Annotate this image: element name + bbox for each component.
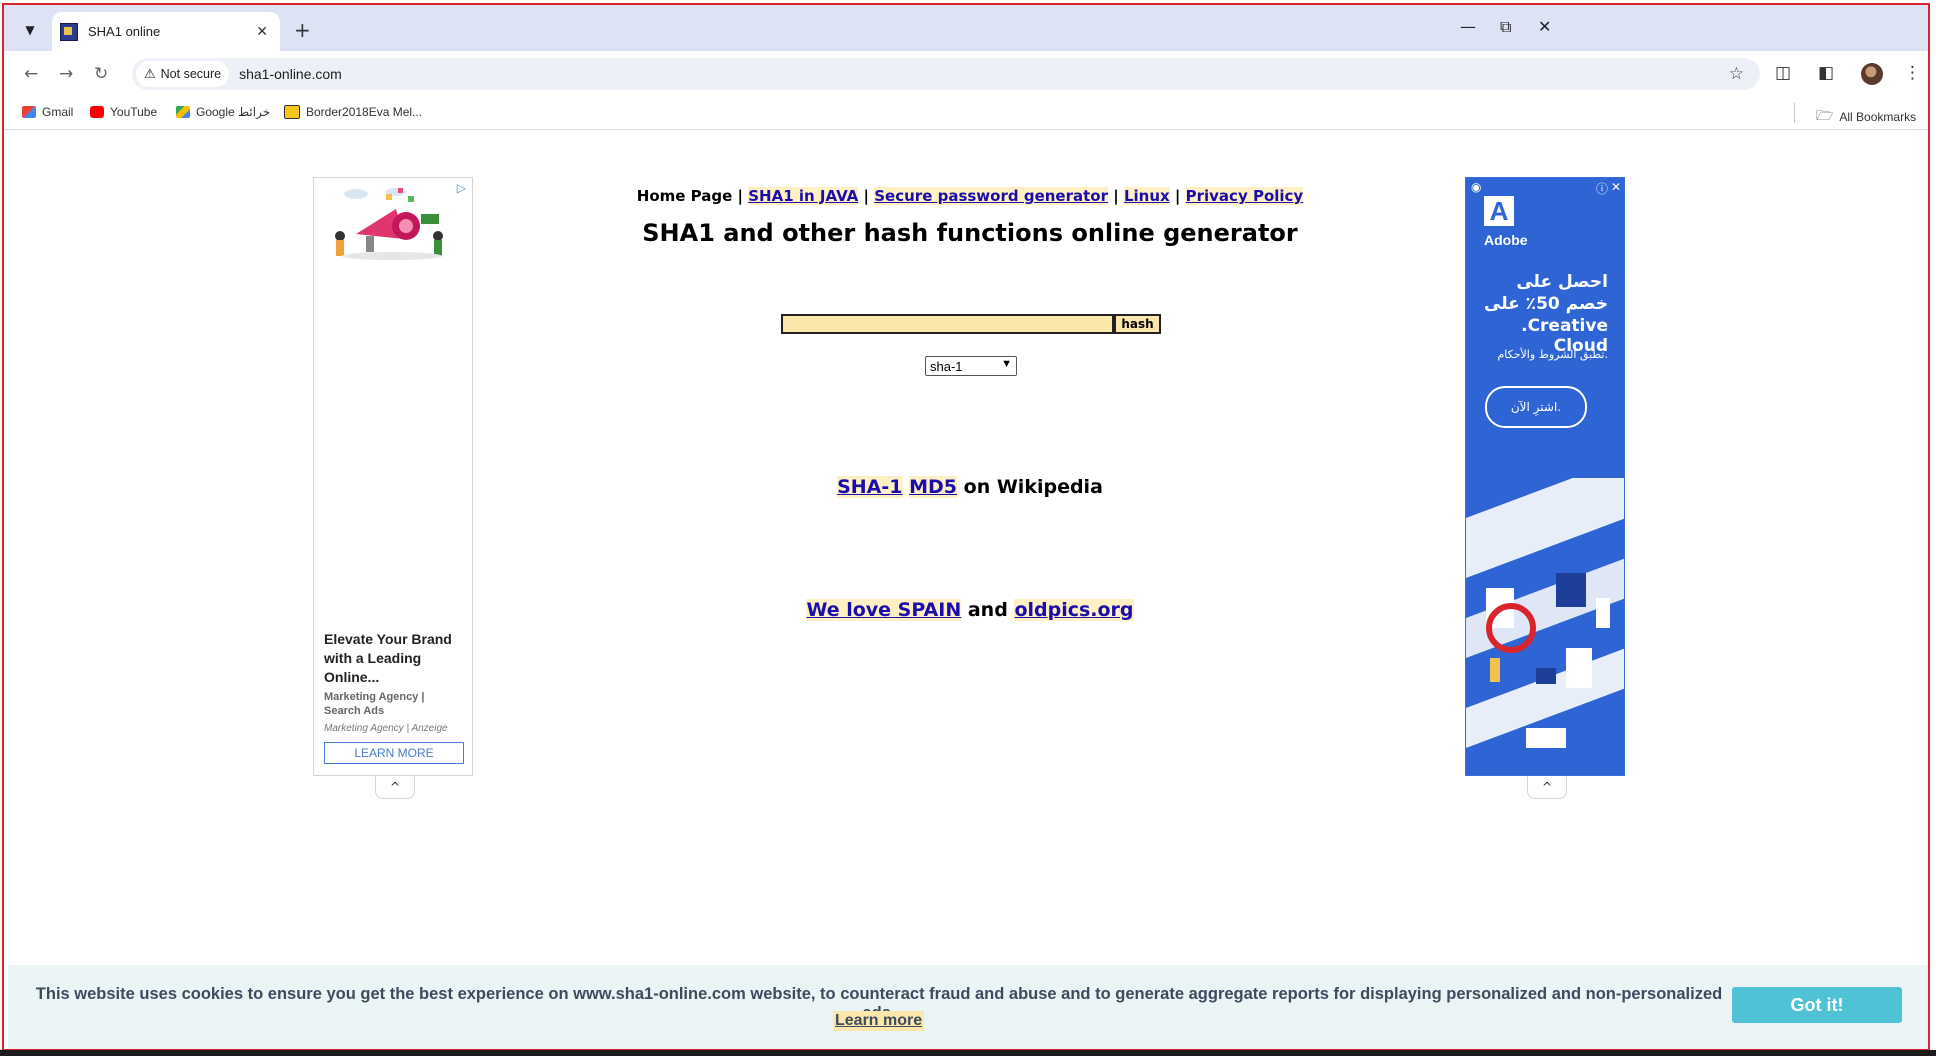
security-chip[interactable]: ⚠ Not secure (136, 61, 230, 87)
restore-button[interactable]: ⧉ (1500, 17, 1511, 37)
we-love-spain-link[interactable]: We love SPAIN (806, 599, 962, 621)
site-nav: Home Page | SHA1 in JAVA | Secure passwo… (4, 187, 1928, 205)
cookie-accept-button[interactable]: Got it! (1732, 987, 1902, 1023)
forward-arrow-icon[interactable]: → (59, 64, 73, 84)
address-bar[interactable]: ⚠ Not secure sha1-online.com ☆ (132, 58, 1760, 90)
bookmark-label: YouTube (110, 105, 158, 119)
tab-title: SHA1 online (88, 24, 161, 39)
bookmark-label: Google خرائط (196, 105, 271, 119)
ad-headline[interactable]: Elevate Your Brand with a Leading Online… (324, 630, 464, 687)
algorithm-selected-value: sha-1 (930, 358, 963, 374)
nav-link-password-generator[interactable]: Secure password generator (874, 187, 1108, 205)
hash-text-input[interactable] (781, 314, 1114, 334)
tab-bar: ▼ SHA1 online ✕ + — ⧉ ✕ (4, 5, 1928, 51)
collapse-right-ad-button[interactable]: ^ (1527, 776, 1567, 799)
cookie-learn-more-link[interactable]: Learn more (833, 1011, 925, 1031)
nav-link-privacy-policy[interactable]: Privacy Policy (1185, 187, 1304, 205)
bookmark-label: Gmail (42, 105, 74, 119)
taskbar-edge (0, 1050, 1936, 1056)
bookmark-gmail[interactable]: Gmail (22, 105, 73, 119)
extensions-icon[interactable]: ◫ (1775, 63, 1791, 83)
nav-separator: | (863, 187, 870, 205)
and-text: and (967, 599, 1008, 621)
isometric-city-illustration (1466, 478, 1624, 775)
bookmark-youtube[interactable]: YouTube (90, 105, 157, 119)
menu-kebab-icon[interactable]: ⋮ (1904, 63, 1921, 83)
youtube-icon (90, 106, 104, 118)
bookmarks-divider (1794, 103, 1795, 123)
wikipedia-line: SHA-1 MD5 on Wikipedia (4, 476, 1928, 498)
bookmarks-bar: Gmail YouTube Google خرائط Border2018Eva… (4, 97, 1928, 130)
profile-avatar[interactable] (1861, 63, 1883, 85)
browser-window: ▼ SHA1 online ✕ + — ⧉ ✕ ← → ↻ ⚠ Not secu… (2, 3, 1930, 1051)
oldpics-link[interactable]: oldpics.org (1014, 599, 1134, 621)
hash-button[interactable]: hash (1114, 314, 1161, 334)
new-tab-button[interactable]: + (294, 18, 311, 42)
page-title: SHA1 and other hash functions online gen… (642, 219, 1298, 247)
bookmark-google-maps[interactable]: Google خرائط (176, 105, 270, 119)
home-page-label: Home Page (636, 187, 733, 205)
minimize-button[interactable]: — (1460, 17, 1476, 36)
tab-sha1-online[interactable]: SHA1 online ✕ (52, 12, 280, 51)
all-bookmarks[interactable]: 🗁 All Bookmarks (1816, 105, 1916, 129)
bookmark-label: Border2018Eva Mel... (306, 105, 423, 119)
bookmark-border2018[interactable]: Border2018Eva Mel... (284, 105, 422, 119)
site-favicon-icon (60, 22, 78, 41)
security-label: Not secure (160, 67, 222, 81)
learn-more-button[interactable]: LEARN MORE (324, 742, 464, 764)
algorithm-select[interactable]: sha-1 ▼ (925, 356, 1017, 376)
chevron-up-icon: ^ (389, 780, 401, 794)
warning-icon: ⚠ (144, 66, 156, 81)
md5-wikipedia-link[interactable]: MD5 (909, 476, 958, 498)
collapse-left-ad-button[interactable]: ^ (375, 776, 415, 799)
folder-page-icon (284, 105, 300, 119)
nav-separator: | (737, 187, 744, 205)
close-tab-icon[interactable]: ✕ (256, 24, 268, 40)
sha1-wikipedia-link[interactable]: SHA-1 (837, 476, 903, 498)
ad-line-1: احصل على (1516, 272, 1608, 292)
gmail-icon (22, 106, 36, 118)
ad-terms: تطبق الشروط والأحكام. (1497, 348, 1608, 361)
chevron-down-icon: ▼ (1001, 358, 1012, 370)
chevron-up-icon: ^ (1541, 780, 1553, 794)
side-panel-icon[interactable]: ◧ (1818, 63, 1834, 83)
maps-icon (176, 106, 190, 118)
ad-source: Marketing Agency | Anzeige (324, 723, 448, 734)
tab-search-button[interactable]: ▼ (17, 17, 43, 43)
ad-subline: Marketing Agency | Search Ads (324, 691, 425, 717)
nav-separator: | (1174, 187, 1181, 205)
url-text[interactable]: sha1-online.com (239, 66, 1729, 82)
ad-line-2: خصم 50٪ على (1484, 294, 1608, 314)
buy-now-button[interactable]: اشترِ الآن. (1485, 386, 1587, 428)
cookie-consent-bar: This website uses cookies to ensure you … (8, 965, 1928, 1049)
wikipedia-suffix: on Wikipedia (963, 476, 1103, 498)
back-arrow-icon[interactable]: ← (24, 64, 38, 84)
reload-icon[interactable]: ↻ (94, 64, 108, 84)
close-window-button[interactable]: ✕ (1538, 17, 1551, 36)
browser-toolbar: ← → ↻ ⚠ Not secure sha1-online.com ☆ ◫ ◧… (4, 51, 1928, 97)
nav-link-linux[interactable]: Linux (1123, 187, 1170, 205)
chevron-down-icon: ▼ (25, 23, 35, 37)
folder-icon: 🗁 (1816, 107, 1834, 123)
bookmark-star-icon[interactable]: ☆ (1729, 64, 1744, 84)
partner-links-line: We love SPAIN and oldpics.org (4, 599, 1928, 621)
nav-link-sha1-java[interactable]: SHA1 in JAVA (748, 187, 859, 205)
page-content: ▷ Elevate Your Brand with a Leading Onli… (4, 130, 1928, 1049)
nav-separator: | (1113, 187, 1119, 205)
all-bookmarks-label: All Bookmarks (1839, 110, 1917, 124)
